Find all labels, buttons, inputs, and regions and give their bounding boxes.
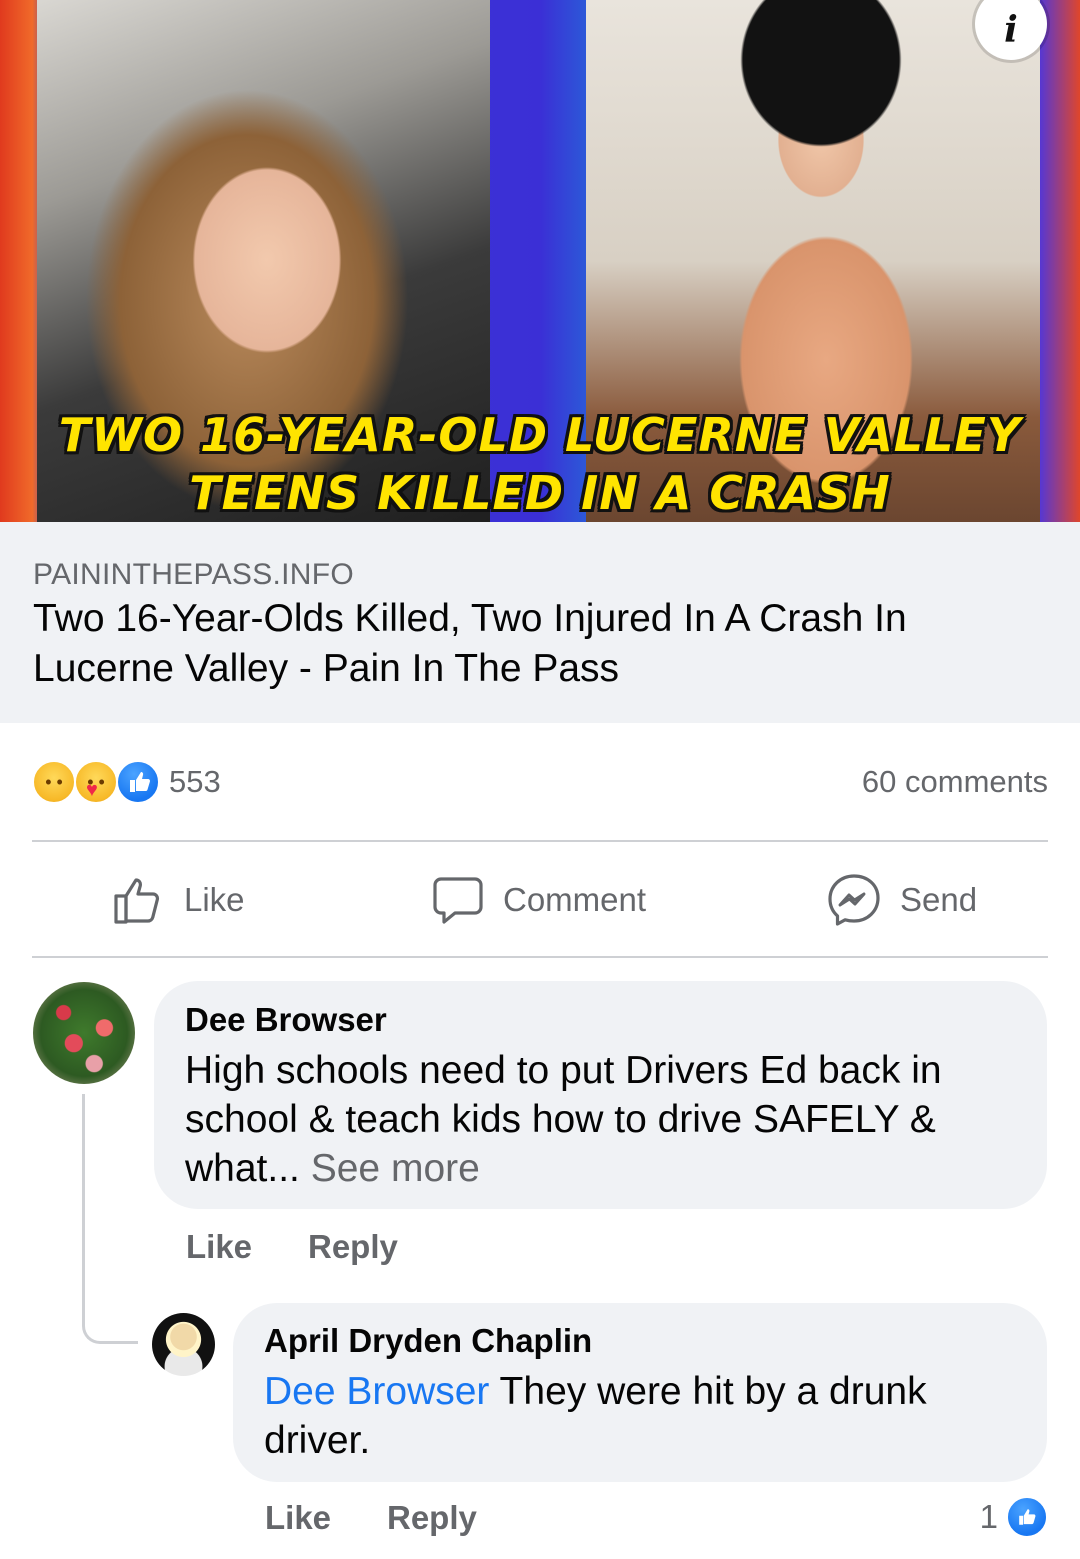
info-icon: i (1004, 9, 1018, 51)
link-domain: PAININTHEPASS.INFO (33, 558, 355, 591)
comment-author[interactable]: Dee Browser (185, 1001, 387, 1039)
see-more-link[interactable]: See more (300, 1147, 480, 1190)
image-headline-line2: TEENS KILLED IN A CRASH (189, 466, 891, 520)
mention-link[interactable]: Dee Browser (264, 1370, 489, 1413)
care-reaction-icon: • • ♥ (74, 760, 118, 804)
send-button[interactable]: Send (826, 870, 977, 930)
reaction-count[interactable]: 553 (169, 764, 221, 800)
comment-text: High schools need to put Drivers Ed back… (185, 1046, 1025, 1193)
link-title: Two 16-Year-Olds Killed, Two Injured In … (33, 597, 907, 690)
comment-bubble-icon (433, 877, 483, 924)
thumbs-up-icon (114, 878, 160, 924)
like-button[interactable]: Like (110, 870, 245, 930)
like-reaction-icon (1006, 1496, 1048, 1538)
divider (32, 956, 1048, 958)
send-button-label: Send (900, 881, 978, 918)
messenger-icon (828, 874, 880, 926)
comment-reply-button[interactable]: Reply (308, 1228, 398, 1266)
comments-count[interactable]: 60 comments (862, 764, 1048, 800)
avatar[interactable] (152, 1313, 215, 1376)
comment-author[interactable]: April Dryden Chaplin (264, 1322, 592, 1360)
comment-bubble[interactable]: Dee Browser High schools need to put Dri… (154, 981, 1047, 1209)
comment-button[interactable]: Comment (431, 870, 646, 930)
comment-like-count: 1 (979, 1498, 998, 1535)
comment-like-button[interactable]: Like (265, 1499, 331, 1537)
link-preview-image[interactable]: TWO 16-YEAR-OLD LUCERNE VALLEY TEENS KIL… (0, 0, 1080, 522)
link-preview-meta[interactable]: PAININTHEPASS.INFO Two 16-Year-Olds Kill… (0, 522, 1080, 723)
comment-text: Dee Browser They were hit by a drunk dri… (264, 1367, 1034, 1465)
comment-like-button[interactable]: Like (186, 1228, 252, 1266)
comment-button-label: Comment (503, 881, 647, 918)
image-headline-line1: TWO 16-YEAR-OLD LUCERNE VALLEY (58, 408, 1022, 462)
avatar[interactable] (33, 982, 135, 1084)
sad-reaction-icon: • • (32, 760, 76, 804)
comment-body: High schools need to put Drivers Ed back… (185, 1049, 942, 1190)
reply-thread-line (82, 1094, 138, 1344)
divider (32, 840, 1048, 842)
comment-reply-button[interactable]: Reply (387, 1499, 477, 1537)
comment-reaction-summary[interactable]: 1 (980, 1495, 1048, 1539)
reply-bubble[interactable]: April Dryden Chaplin Dee Browser They we… (233, 1303, 1047, 1482)
like-reaction-icon (116, 760, 160, 804)
like-button-label: Like (184, 881, 245, 918)
